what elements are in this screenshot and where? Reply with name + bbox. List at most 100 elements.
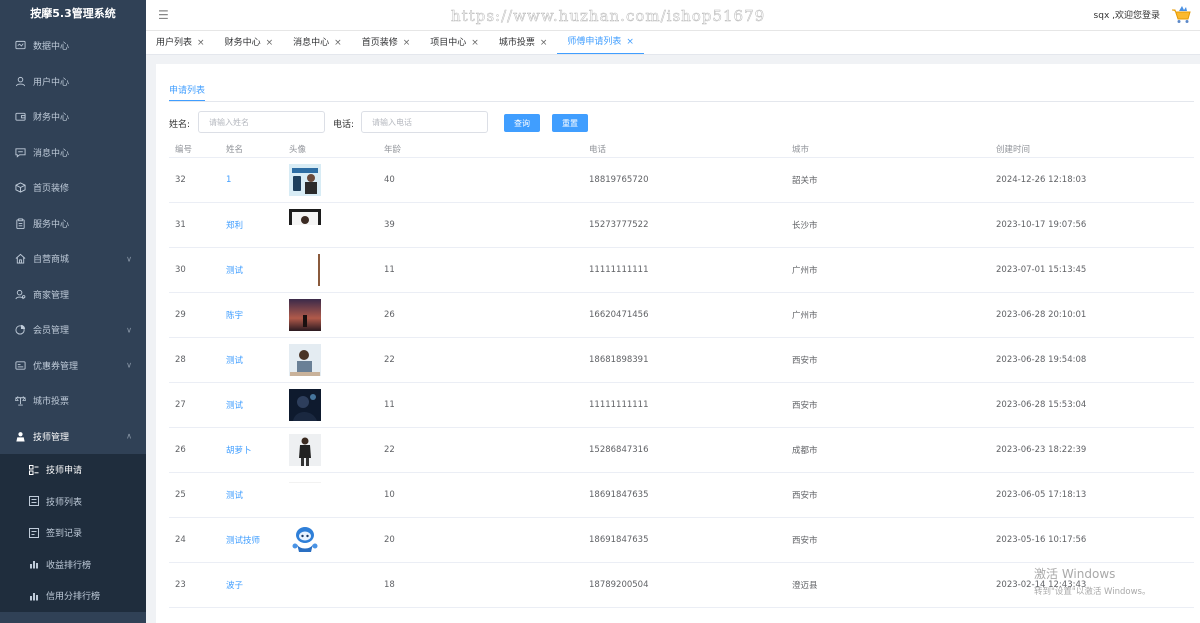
name-search-input[interactable] <box>198 111 325 133</box>
avatar[interactable] <box>289 524 321 556</box>
cell-name[interactable]: 测试 <box>226 399 243 411</box>
avatar[interactable] <box>289 344 321 376</box>
cell-id: 31 <box>175 220 186 230</box>
cell-name[interactable]: 测试 <box>226 354 243 366</box>
cell-city: 广州市 <box>792 266 818 276</box>
clipboard-icon <box>15 218 26 229</box>
cell-name[interactable]: 陈宇 <box>226 309 243 321</box>
cell-age: 39 <box>384 220 395 230</box>
user-welcome[interactable]: sqx ,欢迎您登录 <box>1094 8 1160 21</box>
close-icon[interactable]: × <box>626 31 634 53</box>
cell-phone: 18789200504 <box>589 580 649 590</box>
sidebar-subitem-label: 信用分排行榜 <box>46 592 101 603</box>
query-button[interactable]: 查询 <box>504 114 540 132</box>
table-row: 30 测试 11 11111111111 广州市 2023-07-01 15:1… <box>169 248 1194 293</box>
shopping-cart-icon[interactable] <box>1170 4 1192 24</box>
tab-label: 项目中心 <box>430 37 467 48</box>
sidebar-item-self-mall[interactable]: 自营商城 ∨ <box>0 241 146 277</box>
sidebar-subitem-credit-rank[interactable]: 信用分排行榜 <box>0 580 146 612</box>
sidebar-item-user-center[interactable]: 用户中心 <box>0 64 146 100</box>
close-icon[interactable]: × <box>334 32 342 54</box>
sidebar-item-city-vote[interactable]: 城市投票 <box>0 383 146 419</box>
coupon-icon <box>15 360 26 371</box>
avatar[interactable] <box>289 434 321 466</box>
bar-chart-icon <box>29 591 39 601</box>
close-icon[interactable]: × <box>403 32 411 54</box>
sidebar-subitem-label: 收益排行榜 <box>46 560 92 571</box>
sidebar-item-label: 会员管理 <box>33 326 70 337</box>
cell-id: 26 <box>175 445 186 455</box>
sidebar-item-merchant[interactable]: 商家管理 <box>0 277 146 313</box>
avatar[interactable] <box>289 209 321 225</box>
tab-master-application-list[interactable]: 师傅申请列表 × <box>557 31 644 54</box>
sidebar-item-messages[interactable]: 消息中心 <box>0 135 146 171</box>
cell-city: 西安市 <box>792 401 818 411</box>
cell-name[interactable]: 郑利 <box>226 219 243 231</box>
cell-name[interactable]: 测试技师 <box>226 534 260 546</box>
avatar[interactable] <box>289 299 321 331</box>
cell-age: 10 <box>384 490 395 500</box>
tab-label: 消息中心 <box>293 37 330 48</box>
avatar[interactable] <box>289 479 321 483</box>
tab-home-decor[interactable]: 首页装修 × <box>352 31 421 54</box>
hamburger-icon[interactable]: ☰ <box>158 8 169 22</box>
cell-name[interactable]: 胡萝卜 <box>226 444 252 456</box>
avatar[interactable] <box>289 254 321 286</box>
subtab-application-list[interactable]: 申请列表 <box>169 83 206 101</box>
sidebar-subitem-technician-list[interactable]: 技师列表 <box>0 486 146 518</box>
reset-button[interactable]: 重置 <box>552 114 588 132</box>
sidebar-subitem-technician-apply[interactable]: 技师申请 <box>0 454 146 486</box>
cell-city: 西安市 <box>792 536 818 546</box>
cell-phone: 16620471456 <box>589 310 649 320</box>
col-name: 姓名 <box>226 145 244 155</box>
tab-label: 师傅申请列表 <box>567 37 622 47</box>
tab-label: 用户列表 <box>156 37 193 48</box>
close-icon[interactable]: × <box>197 32 205 54</box>
cell-id: 27 <box>175 400 186 410</box>
sidebar-subitem-label: 签到记录 <box>46 529 83 540</box>
cell-age: 26 <box>384 310 395 320</box>
cell-city: 韶关市 <box>792 176 818 186</box>
close-icon[interactable]: × <box>471 32 479 54</box>
close-icon[interactable]: × <box>540 32 548 54</box>
sidebar-item-data-center[interactable]: 数据中心 <box>0 28 146 64</box>
cell-created: 2023-10-17 19:07:56 <box>996 220 1087 230</box>
phone-search-input[interactable] <box>361 111 488 133</box>
table-header: 编号 姓名 头像 年龄 电话 城市 创建时间 <box>169 138 1194 158</box>
sidebar-item-service-center[interactable]: 服务中心 <box>0 206 146 242</box>
cell-id: 29 <box>175 310 186 320</box>
col-avatar: 头像 <box>289 145 307 155</box>
sidebar-subitem-revenue-rank[interactable]: 收益排行榜 <box>0 549 146 581</box>
sidebar-item-home-decor[interactable]: 首页装修 <box>0 170 146 206</box>
tab-city-vote[interactable]: 城市投票 × <box>489 31 558 54</box>
cell-name[interactable]: 测试 <box>226 489 243 501</box>
cell-name[interactable]: 测试 <box>226 264 243 276</box>
cell-id: 32 <box>175 175 186 185</box>
avatar[interactable] <box>289 164 321 196</box>
tab-finance[interactable]: 财务中心 × <box>215 31 284 54</box>
sidebar-subitem-checkin[interactable]: 签到记录 <box>0 517 146 549</box>
cell-age: 18 <box>384 580 395 590</box>
cell-age: 20 <box>384 535 395 545</box>
cell-city: 成都市 <box>792 446 818 456</box>
table-row: 32 1 40 18819765720 韶关市 2024-12-26 12:18… <box>169 158 1194 203</box>
cell-name[interactable]: 1 <box>226 175 231 185</box>
technician-submenu: 技师申请 技师列表 签到记录 收益排行榜 信用分排行榜 <box>0 454 146 612</box>
cell-name[interactable]: 波子 <box>226 579 243 591</box>
cell-phone: 15273777522 <box>589 220 649 230</box>
tab-user-list[interactable]: 用户列表 × <box>146 31 215 54</box>
sidebar-item-member[interactable]: 会员管理 ∨ <box>0 312 146 348</box>
avatar[interactable] <box>289 389 321 421</box>
tab-messages[interactable]: 消息中心 × <box>283 31 352 54</box>
sidebar-item-coupon[interactable]: 优惠券管理 ∨ <box>0 348 146 384</box>
table-row: 24 测试技师 20 18691847635 西安市 2023-05-16 10… <box>169 518 1194 563</box>
cell-age: 11 <box>384 400 395 410</box>
sidebar-item-technician[interactable]: 技师管理 ∧ <box>0 419 146 455</box>
table-row: 27 测试 11 11111111111 西安市 2023-06-28 15:5… <box>169 383 1194 428</box>
cell-id: 25 <box>175 490 186 500</box>
tab-projects[interactable]: 项目中心 × <box>420 31 489 54</box>
cell-id: 30 <box>175 265 186 275</box>
cell-city: 西安市 <box>792 356 818 366</box>
sidebar-item-finance[interactable]: 财务中心 <box>0 99 146 135</box>
close-icon[interactable]: × <box>266 32 274 54</box>
